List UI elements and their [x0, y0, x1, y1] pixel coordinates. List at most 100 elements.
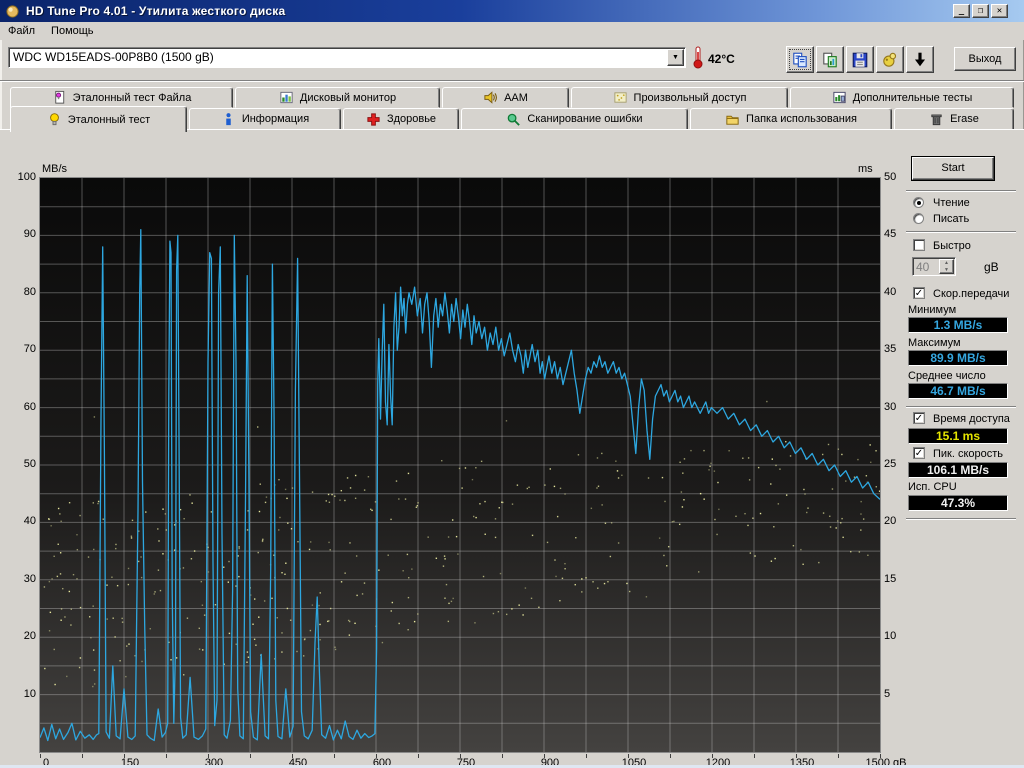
restore-button[interactable]: ❐ — [972, 4, 989, 18]
minimum-value: 1.3 MB/s — [908, 317, 1008, 333]
tab-file-benchmark-label: Эталонный тест Файла — [72, 91, 192, 104]
x-axis-tick — [460, 754, 461, 758]
panel-separator — [906, 190, 1016, 192]
tab-folder-usage[interactable]: Папка использования — [690, 108, 892, 130]
close-button[interactable]: ✕ — [991, 4, 1008, 18]
tab-file-benchmark[interactable]: Эталонный тест Файла — [10, 87, 233, 108]
minimize-button[interactable]: _ — [953, 4, 970, 18]
copy-pages-icon — [793, 52, 807, 67]
read-radio[interactable] — [913, 197, 924, 208]
y-right-tick-label: 5 — [884, 688, 891, 700]
panel-separator — [906, 406, 1016, 408]
x-axis-tick — [418, 754, 419, 758]
fast-checkbox-label: Быстро — [933, 240, 971, 252]
toolbar-separator — [0, 80, 1024, 82]
burst-checkbox[interactable]: ✓ — [913, 447, 925, 459]
x-axis-tick — [670, 754, 671, 758]
download-button[interactable] — [906, 46, 934, 73]
x-axis-tick — [292, 754, 293, 758]
y-right-tick-label: 10 — [884, 630, 897, 642]
tab-disk-monitor[interactable]: Дисковый монитор — [235, 87, 440, 108]
cpu-usage-value: 47.3% — [908, 495, 1008, 511]
tab-erase-label: Erase — [950, 113, 979, 125]
y-left-tick-label: 80 — [23, 286, 36, 298]
options-button[interactable] — [876, 46, 904, 73]
x-axis-tick — [880, 754, 881, 758]
transfer-checkbox[interactable]: ✓ — [913, 287, 925, 299]
x-axis-tick — [586, 754, 587, 758]
y-right-tick-label: 20 — [884, 515, 897, 527]
save-button[interactable] — [846, 46, 874, 73]
menu-help[interactable]: Помощь — [43, 23, 102, 39]
y-left-tick-label: 50 — [23, 458, 36, 470]
random-access-icon — [613, 92, 627, 103]
chevron-down-icon[interactable]: ▼ — [667, 49, 684, 66]
tab-random-access[interactable]: Произвольный доступ — [571, 87, 788, 108]
magnifier-icon — [508, 113, 521, 126]
tab-aam[interactable]: AAM — [442, 87, 569, 108]
x-axis-tick — [40, 754, 41, 758]
x-axis-tick — [544, 754, 545, 758]
maximum-value: 89.9 MB/s — [908, 350, 1008, 366]
y-left-tick-label: 40 — [23, 515, 36, 527]
y-right-tick-label: 15 — [884, 573, 897, 585]
copy-image-button[interactable] — [816, 46, 844, 73]
stepper-down-icon[interactable]: ▼ — [940, 267, 953, 274]
write-radio-label: Писать — [933, 213, 970, 225]
x-axis-tick — [376, 754, 377, 758]
stepper-up-icon[interactable]: ▲ — [940, 260, 953, 267]
window-title: HD Tune Pro 4.01 - Утилита жесткого диск… — [26, 4, 286, 18]
read-radio-label: Чтение — [933, 197, 970, 209]
temperature-indicator: 42°C — [692, 45, 735, 72]
tab-disk-monitor-label: Дисковый монитор — [299, 91, 397, 104]
x-axis-tick — [712, 754, 713, 758]
cpu-usage-label: Исп. CPU — [908, 481, 957, 493]
tab-health[interactable]: Здоровье — [343, 108, 459, 130]
drive-select[interactable]: WDC WD15EADS-00P8B0 (1500 gB) ▼ — [8, 47, 686, 68]
x-axis-tick — [334, 754, 335, 758]
y-right-tick-label: 40 — [884, 286, 897, 298]
access-time-checkbox-label: Время доступа — [933, 413, 1010, 425]
y-left-tick-label: 10 — [23, 688, 36, 700]
copy-pages-button[interactable] — [786, 46, 814, 73]
tab-info[interactable]: Информация — [189, 108, 341, 130]
menu-file[interactable]: Файл — [0, 23, 43, 39]
transfer-checkbox-label: Скор.передачи — [933, 288, 1010, 300]
copy-image-icon — [823, 52, 837, 67]
menu-bar: Файл Помощь — [0, 22, 1024, 40]
hd-tune-window: HD Tune Pro 4.01 - Утилита жесткого диск… — [0, 0, 1024, 768]
maximum-label: Максимум — [908, 337, 961, 349]
exit-button[interactable]: Выход — [954, 47, 1016, 71]
fast-checkbox[interactable] — [913, 239, 925, 251]
tab-random-access-label: Произвольный доступ — [633, 91, 747, 104]
tab-benchmark-label: Эталонный тест — [67, 113, 151, 126]
x-axis-tick — [166, 754, 167, 758]
speaker-icon — [484, 91, 498, 104]
average-value: 46.7 MB/s — [908, 383, 1008, 399]
capacity-stepper[interactable]: 40 ▲ ▼ — [912, 257, 956, 276]
capacity-value: 40 — [916, 260, 930, 274]
burst-value: 106.1 MB/s — [908, 462, 1008, 478]
y-right-tick-label: 50 — [884, 171, 897, 183]
tab-erase[interactable]: Erase — [894, 108, 1014, 130]
disk-monitor-icon — [280, 91, 293, 104]
y-left-tick-label: 100 — [17, 171, 36, 183]
y-left-tick-label: 20 — [23, 630, 36, 642]
start-button[interactable]: Start — [911, 156, 995, 181]
y-left-tick-label: 30 — [23, 573, 36, 585]
y-left-axis-title: MB/s — [42, 163, 68, 175]
folder-icon — [726, 115, 739, 125]
tab-error-scan[interactable]: Сканирование ошибки — [461, 108, 688, 130]
y-left-tick-label: 60 — [23, 401, 36, 413]
benchmark-chart — [39, 177, 881, 753]
capacity-unit-label: gB — [984, 260, 999, 274]
options-icon — [883, 52, 897, 67]
write-radio[interactable] — [913, 213, 924, 224]
access-time-checkbox[interactable]: ✓ — [913, 412, 925, 424]
extra-tests-icon — [833, 91, 846, 104]
y-right-tick-label: 30 — [884, 401, 897, 413]
tab-benchmark[interactable]: Эталонный тест — [10, 106, 187, 132]
tab-extra-tests[interactable]: Дополнительные тесты — [790, 87, 1014, 108]
panel-separator — [906, 518, 1016, 520]
y-right-tick-label: 35 — [884, 343, 897, 355]
